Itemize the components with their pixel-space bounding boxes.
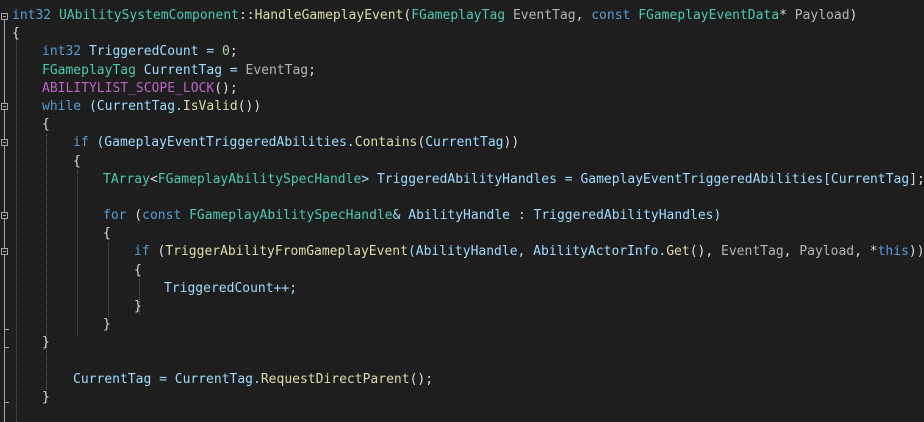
outline-line [4,219,5,248]
outlining-margin [0,0,12,422]
collapse-for-icon[interactable] [1,212,8,219]
code-line-19: } [42,335,50,351]
code-line-12: for (const FGameplayAbilitySpecHandle& A… [103,208,722,224]
code-line-1: int32 UAbilitySystemComponent::HandleGam… [12,8,858,23]
code-line-8: if (GameplayEventTriggeredAbilities.Cont… [73,135,520,151]
code-line-6: while (CurrentTag.IsValid()) [42,98,262,114]
code-line-15: { [134,262,142,278]
code-text[interactable]: int32 UAbilitySystemComponent::HandleGam… [12,7,924,407]
code-line-22: } [42,389,50,405]
code-line-4: FGameplayTag CurrentTag = EventTag; [42,62,316,78]
collapse-inner-if-icon[interactable] [1,248,8,255]
code-line-17: } [134,299,142,314]
code-line-9: { [73,153,81,169]
outline-line [4,20,5,103]
outline-end-mark [4,402,9,403]
code-line-16: TriggeredCount++; [164,280,298,296]
code-editor[interactable]: int32 UAbilitySystemComponent::HandleGam… [0,0,924,422]
code-line-18: } [103,317,111,333]
outline-line [4,110,5,139]
outline-line [4,255,5,422]
collapse-while-icon[interactable] [1,103,8,110]
code-line-14: if (TriggerAbilityFromGameplayEvent(Abil… [134,244,924,260]
code-line-7: { [42,117,50,133]
collapse-function-icon[interactable] [1,13,8,20]
outline-end-mark [4,329,9,330]
outline-end-mark [4,347,9,348]
code-line-21: CurrentTag = CurrentTag.RequestDirectPar… [73,371,434,387]
code-line-13: { [103,226,111,242]
code-line-2: { [12,26,20,42]
code-line-3: int32 TriggeredCount = 0; [42,44,238,60]
code-line-10: TArray<FGameplayAbilitySpecHandle> Trigg… [103,171,924,187]
outline-line [4,146,5,212]
code-line-5: ABILITYLIST_SCOPE_LOCK(); [42,80,238,96]
collapse-if-icon[interactable] [1,139,8,146]
